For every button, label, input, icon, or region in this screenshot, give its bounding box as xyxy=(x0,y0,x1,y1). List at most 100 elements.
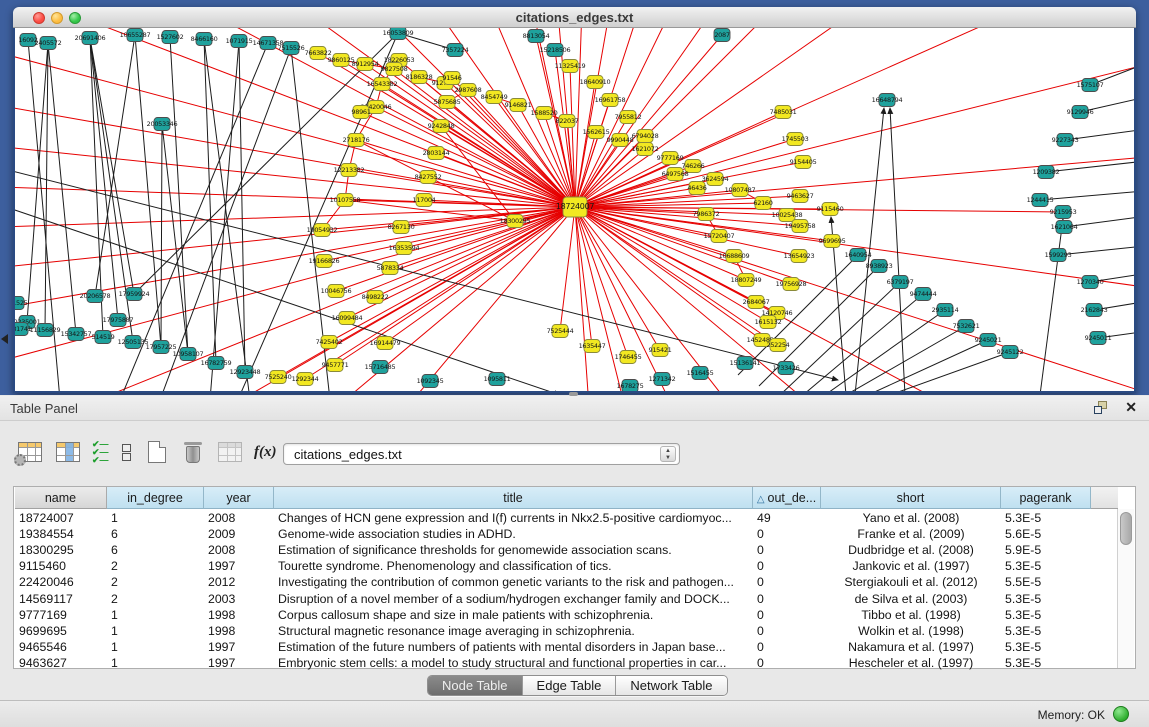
cell-year[interactable]: 1998 xyxy=(204,623,274,639)
cell-title[interactable]: Genome-wide association studies in ADHD. xyxy=(274,526,753,542)
cell-title[interactable]: Embryonic stem cells: a model to study s… xyxy=(274,655,753,671)
cell-in_degree[interactable]: 2 xyxy=(107,591,204,607)
network-edge[interactable] xyxy=(575,28,1134,207)
network-edge[interactable] xyxy=(322,207,575,230)
create-column-icon[interactable] xyxy=(148,437,166,467)
cell-year[interactable]: 2003 xyxy=(204,591,274,607)
cell-name[interactable]: 22420046 xyxy=(15,574,107,590)
network-edge[interactable] xyxy=(382,84,575,207)
cell-pagerank[interactable]: 5.3E-5 xyxy=(1001,558,1091,574)
close-panel-icon[interactable]: ✕ xyxy=(1125,399,1137,416)
network-node[interactable]: 1615132 xyxy=(755,316,782,329)
network-node[interactable]: 1244415 xyxy=(1027,194,1054,207)
cell-short[interactable]: Jankovic et al. (1997) xyxy=(821,558,1001,574)
table-chooser-dropdown[interactable]: citations_edges.txt ▲▼ xyxy=(283,443,680,465)
network-edge[interactable] xyxy=(575,28,617,207)
scrollbar-thumb[interactable] xyxy=(1120,512,1132,545)
citation-network-graph[interactable]: 1609224055722069140610655287152760284661… xyxy=(15,28,1134,391)
cell-name[interactable]: 9115460 xyxy=(15,558,107,574)
network-node[interactable]: 7425402 xyxy=(316,336,343,349)
network-node[interactable]: 7525240 xyxy=(265,371,292,384)
network-node[interactable]: 1745503 xyxy=(782,133,809,146)
cell-out_degree[interactable]: 0 xyxy=(753,526,821,542)
network-edge[interactable] xyxy=(890,108,905,391)
network-node[interactable]: 18807249 xyxy=(731,274,762,287)
network-node[interactable]: 20691406 xyxy=(75,32,106,45)
network-node[interactable]: 5878334 xyxy=(377,262,404,275)
network-node[interactable]: 1095811 xyxy=(484,373,511,386)
network-node[interactable]: 91546 xyxy=(442,72,461,85)
cell-in_degree[interactable]: 1 xyxy=(107,623,204,639)
panel-collapse-arrow[interactable] xyxy=(1,334,8,344)
minimize-button[interactable] xyxy=(51,12,63,24)
network-node[interactable]: 1588520 xyxy=(531,107,558,120)
network-node[interactable]: 5875685 xyxy=(434,96,461,109)
cell-out_degree[interactable]: 0 xyxy=(753,607,821,623)
network-node[interactable]: 2162843 xyxy=(1081,304,1108,317)
network-edge[interactable] xyxy=(376,107,575,207)
table-row[interactable]: 1830029562008Estimation of significance … xyxy=(14,542,1106,558)
network-node[interactable]: 252254 xyxy=(766,339,789,352)
network-edge[interactable] xyxy=(15,165,575,207)
cell-short[interactable]: Tibbo et al. (1998) xyxy=(821,607,1001,623)
cell-title[interactable]: Corpus callosum shape and size in male p… xyxy=(274,607,753,623)
network-node[interactable]: 16782759 xyxy=(201,357,232,370)
network-node[interactable]: 9457771 xyxy=(322,359,349,372)
network-node[interactable]: 10655287 xyxy=(120,29,151,42)
network-node[interactable]: 1292344 xyxy=(292,373,319,386)
table-row[interactable]: 1456911722003Disruption of a novel membe… xyxy=(14,591,1106,607)
cell-in_degree[interactable]: 6 xyxy=(107,526,204,542)
column-header-in_degree[interactable]: in_degree xyxy=(107,487,204,509)
network-node[interactable]: 1071915 xyxy=(226,35,253,48)
network-node[interactable]: 20053346 xyxy=(147,118,178,131)
network-node[interactable]: 1733426 xyxy=(773,362,800,375)
network-node[interactable]: 9227343 xyxy=(1052,134,1079,147)
network-edge[interactable] xyxy=(803,294,923,391)
cell-pagerank[interactable]: 5.3E-5 xyxy=(1001,510,1091,526)
network-edge[interactable] xyxy=(436,153,575,207)
network-node[interactable]: 46436 xyxy=(687,182,706,195)
network-edge[interactable] xyxy=(161,124,162,347)
network-node[interactable]: 9146821 xyxy=(505,99,532,112)
network-edge[interactable] xyxy=(134,33,398,294)
network-node[interactable]: 1271342 xyxy=(649,373,676,386)
column-header-out_degree[interactable]: △out_de... xyxy=(753,487,821,509)
table-row[interactable]: 1872400712008Changes of HCN gene express… xyxy=(14,510,1106,526)
cell-title[interactable]: Tourette syndrome. Phenomenology and cla… xyxy=(274,558,753,574)
network-node[interactable]: 10107558 xyxy=(330,194,361,207)
network-edge[interactable] xyxy=(441,126,515,221)
cell-name[interactable]: 9777169 xyxy=(15,607,107,623)
network-node[interactable]: 15218506 xyxy=(540,44,571,57)
network-edge[interactable] xyxy=(162,124,188,354)
cell-title[interactable]: Structural magnetic resonance image aver… xyxy=(274,623,753,639)
network-node[interactable]: 1746455 xyxy=(615,351,642,364)
network-node[interactable]: 822037 xyxy=(555,115,578,128)
network-edge[interactable] xyxy=(329,207,575,342)
network-node[interactable]: 19756928 xyxy=(776,278,807,291)
cell-short[interactable]: de Silva et al. (2003) xyxy=(821,591,1001,607)
network-node[interactable]: 11156829 xyxy=(30,324,61,337)
network-edge[interactable] xyxy=(575,207,1134,391)
network-edge[interactable] xyxy=(95,35,135,296)
network-node[interactable]: 10688609 xyxy=(719,250,750,263)
network-edge[interactable] xyxy=(825,310,945,391)
cell-pagerank[interactable]: 5.9E-5 xyxy=(1001,542,1091,558)
network-canvas[interactable]: 1609224055722069140610655287152760284661… xyxy=(13,28,1136,393)
network-node[interactable]: 62160 xyxy=(753,197,772,210)
tab-edge-table[interactable]: Edge Table xyxy=(523,676,617,695)
cell-title[interactable]: Investigating the contribution of common… xyxy=(274,574,753,590)
network-node[interactable]: 8498222 xyxy=(362,291,389,304)
network-node[interactable]: 931525 xyxy=(15,297,28,310)
cell-name[interactable]: 14569117 xyxy=(15,591,107,607)
network-node[interactable]: 16961758 xyxy=(595,94,626,107)
network-node[interactable]: 117004 xyxy=(412,194,435,207)
network-node[interactable]: 915421 xyxy=(648,344,671,357)
network-node[interactable]: 8813054 xyxy=(523,30,550,43)
cell-pagerank[interactable]: 5.3E-5 xyxy=(1001,639,1091,655)
network-edge[interactable] xyxy=(27,43,48,322)
network-node[interactable]: 1621064 xyxy=(1051,221,1078,234)
network-node[interactable]: 19495758 xyxy=(785,220,816,233)
network-edge[interactable] xyxy=(575,28,1134,207)
cell-in_degree[interactable]: 1 xyxy=(107,639,204,655)
table-row[interactable]: 946362711997Embryonic stem cells: a mode… xyxy=(14,655,1106,671)
